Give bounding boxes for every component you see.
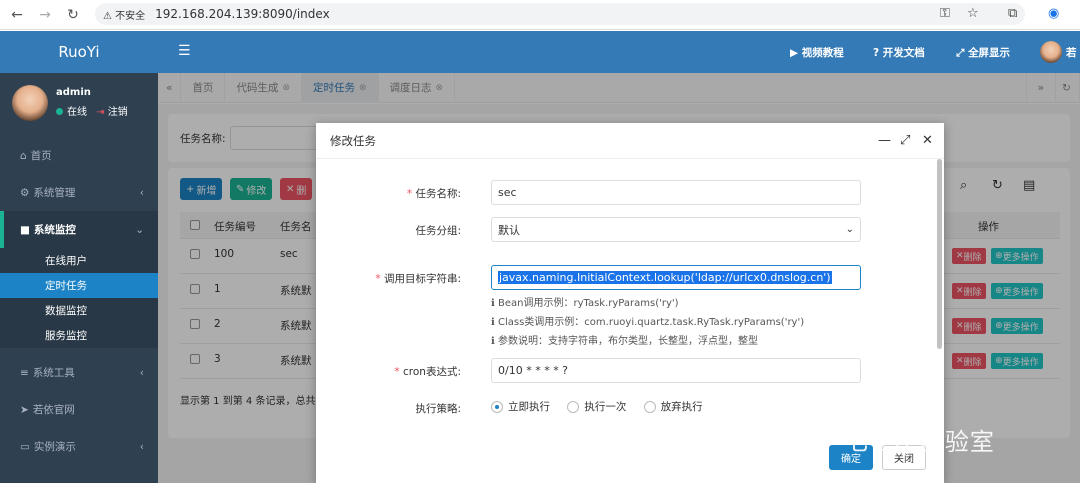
- policy-immediate-radio[interactable]: 立即执行: [491, 401, 550, 413]
- chevron-left-icon: ‹: [139, 186, 144, 199]
- send-icon: ➤: [20, 403, 29, 416]
- extensions-icon[interactable]: ⧉: [1008, 6, 1017, 21]
- sidebar-item-website[interactable]: ➤ 若依官网: [0, 391, 158, 428]
- logout-icon[interactable]: ⇥: [96, 107, 104, 118]
- online-dot-icon: [56, 108, 63, 115]
- chevron-down-icon: ⌄: [845, 224, 854, 235]
- chevron-down-icon: ⌄: [135, 223, 144, 236]
- user-status: 在线 ⇥ 注销: [56, 103, 128, 118]
- watermark: 公众号 · 七芒星实验室: [744, 428, 995, 456]
- reload-icon[interactable]: ↻: [62, 7, 84, 23]
- monitor-submenu: 在线用户 定时任务 数据监控 服务监控: [0, 248, 158, 348]
- sidebar-item-monitor[interactable]: ■ 系统监控 ⌄: [0, 211, 158, 248]
- gear-icon: ⚙: [20, 186, 30, 199]
- info-icon: ℹ: [491, 317, 495, 328]
- app-logo[interactable]: RuoYi: [0, 31, 158, 73]
- logout-link[interactable]: 注销: [108, 107, 128, 118]
- forward-arrow-icon[interactable]: →: [34, 7, 56, 23]
- user-panel: admin 在线 ⇥ 注销: [0, 73, 158, 137]
- user-name: admin: [56, 87, 91, 98]
- hint-params: ℹ 参数说明：支持字符串，布尔类型，长整型，浮点型，整型: [491, 336, 758, 347]
- fullscreen-link[interactable]: ⤢ 全屏显示: [956, 45, 1010, 60]
- sidebar-item-tools[interactable]: ≡ 系统工具 ‹: [0, 354, 158, 391]
- avatar[interactable]: [12, 85, 48, 121]
- sidebar-item-server-monitor[interactable]: 服务监控: [0, 323, 158, 348]
- bars-icon: ≡: [20, 366, 29, 379]
- browser-toolbar: ← → ↻ ⚠ 不安全 192.168.204.139:8090/index ⚿…: [0, 0, 1080, 30]
- info-icon: ℹ: [491, 298, 495, 309]
- invoke-target-input[interactable]: javax.naming.InitialContext.lookup('ldap…: [491, 265, 861, 290]
- info-icon: ℹ: [491, 336, 495, 347]
- key-icon[interactable]: ⚿: [940, 6, 950, 21]
- wechat-icon: [700, 428, 734, 452]
- policy-abandon-radio[interactable]: 放弃执行: [643, 401, 703, 413]
- policy-label: 执行策略:: [415, 403, 461, 415]
- top-avatar[interactable]: [1040, 41, 1062, 63]
- video-tutorial-link[interactable]: ▶ 视频教程: [790, 45, 844, 60]
- invoke-target-label: * 调用目标字符串:: [375, 273, 461, 285]
- cron-label: * cron表达式:: [394, 366, 461, 378]
- modal-title: 修改任务: [316, 123, 944, 159]
- job-name-input[interactable]: sec: [491, 180, 861, 205]
- profile-icon[interactable]: ◉: [1048, 6, 1059, 21]
- close-icon[interactable]: ✕: [922, 133, 933, 148]
- docs-link[interactable]: ? 开发文档: [873, 45, 925, 60]
- hint-class: ℹ Class类调用示例：com.ruoyi.quartz.task.RyTas…: [491, 317, 805, 328]
- back-arrow-icon[interactable]: ←: [6, 7, 28, 23]
- modal-scrollbar[interactable]: [937, 159, 942, 349]
- policy-radio-group: 立即执行 执行一次 放弃执行: [491, 399, 703, 414]
- sidebar-item-home[interactable]: ⌂ 首页: [0, 137, 158, 174]
- sidebar-item-data-monitor[interactable]: 数据监控: [0, 298, 158, 323]
- minimize-icon[interactable]: —: [878, 133, 891, 148]
- home-icon: ⌂: [20, 149, 27, 162]
- policy-once-radio[interactable]: 执行一次: [567, 401, 626, 413]
- star-icon[interactable]: ☆: [967, 6, 979, 21]
- sidebar-item-online-users[interactable]: 在线用户: [0, 248, 158, 273]
- sidebar-item-jobs[interactable]: 定时任务: [0, 273, 158, 298]
- chevron-left-icon: ‹: [139, 366, 144, 379]
- chevron-left-icon: ‹: [139, 440, 144, 453]
- sidebar-item-system[interactable]: ⚙ 系统管理 ‹: [0, 174, 158, 211]
- maximize-icon[interactable]: ⤢: [900, 133, 910, 148]
- top-user-name[interactable]: 若: [1066, 45, 1077, 60]
- url-text: 192.168.204.139:8090/index: [155, 7, 330, 21]
- cron-input[interactable]: 0/10 * * * * ?: [491, 358, 861, 383]
- sidebar-item-demo[interactable]: ▭ 实例演示 ‹: [0, 428, 158, 465]
- address-bar[interactable]: ⚠ 不安全 192.168.204.139:8090/index: [95, 3, 1025, 25]
- desktop-icon: ▭: [20, 440, 30, 453]
- menu-toggle-icon[interactable]: ☰: [178, 43, 191, 59]
- top-navbar: ☰ ▶ 视频教程 ? 开发文档 ⤢ 全屏显示 若: [158, 31, 1080, 73]
- job-group-select[interactable]: 默认 ⌄: [491, 217, 861, 242]
- job-group-label: 任务分组:: [415, 225, 461, 237]
- security-warning[interactable]: ⚠ 不安全: [103, 7, 145, 22]
- job-name-label: * 任务名称:: [406, 188, 461, 200]
- sidebar: RuoYi admin 在线 ⇥ 注销 ⌂ 首页 ⚙ 系统管理 ‹ ■ 系统监控 ⌄ 在线…: [0, 31, 158, 483]
- hint-bean: ℹ Bean调用示例：ryTask.ryParams('ry'): [491, 298, 679, 309]
- video-icon: ■: [20, 223, 30, 236]
